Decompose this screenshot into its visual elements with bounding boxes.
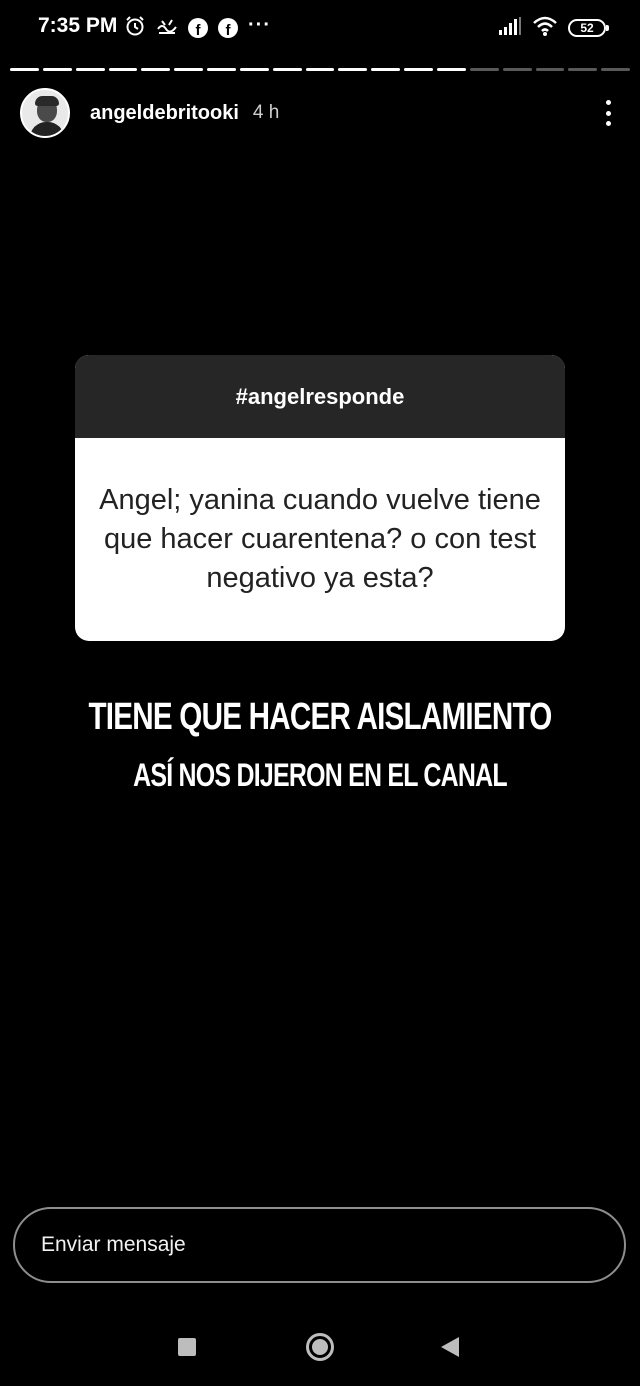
battery-icon: 52 xyxy=(568,19,609,37)
notification-icons: f f ··· xyxy=(124,14,271,42)
story-progress-segment xyxy=(371,68,401,71)
back-icon[interactable] xyxy=(441,1337,459,1357)
recent-apps-icon[interactable] xyxy=(178,1338,196,1356)
question-tag: #angelresponde xyxy=(75,355,565,438)
alarm-icon xyxy=(124,15,146,42)
story-progress-segment xyxy=(174,68,204,71)
story-progress-segment xyxy=(469,68,499,71)
story-time-ago: 4 h xyxy=(252,102,280,123)
more-notifications-icon: ··· xyxy=(248,14,271,36)
message-input-placeholder: Enviar mensaje xyxy=(41,1233,186,1256)
question-sticker: #angelresponde Angel; yanina cuando vuel… xyxy=(75,355,565,641)
story-progress-segment xyxy=(10,68,39,71)
story-progress-segment xyxy=(601,68,631,71)
wifi-icon xyxy=(532,15,558,42)
facebook-icon: f xyxy=(188,18,208,38)
status-bar: 7:35 PM f f ··· 52 xyxy=(0,0,640,58)
facebook-icon: f xyxy=(218,18,238,38)
story-screen: 7:35 PM f f ··· 52 angeldebritooki 4 h #… xyxy=(0,0,640,1386)
story-progress-segment xyxy=(75,68,105,71)
story-progress-segment xyxy=(502,68,532,71)
story-progress-segment xyxy=(436,68,466,71)
home-icon[interactable] xyxy=(306,1333,334,1361)
status-time: 7:35 PM xyxy=(38,14,118,37)
vpn-key-icon xyxy=(156,15,178,42)
story-progress-segment xyxy=(338,68,368,71)
story-progress-segment xyxy=(108,68,138,71)
answer-subline: ASÍ NOS DIJERON EN EL CANAL xyxy=(133,757,508,793)
username[interactable]: angeldebritooki xyxy=(90,102,239,125)
story-progress-segment xyxy=(568,68,598,71)
answer-headline: TIENE QUE HACER AISLAMIENTO xyxy=(88,696,552,738)
more-options-icon[interactable] xyxy=(596,98,620,128)
story-progress-segment xyxy=(141,68,171,71)
story-progress-segment xyxy=(404,68,433,71)
story-progress-segment xyxy=(42,68,72,71)
battery-level: 52 xyxy=(580,21,594,35)
story-header: angeldebritooki 4 h xyxy=(20,86,620,140)
story-progress-segment xyxy=(535,68,565,71)
system-icons: 52 xyxy=(498,14,609,42)
navigation-bar xyxy=(0,1310,640,1386)
avatar[interactable] xyxy=(20,88,70,138)
message-input[interactable]: Enviar mensaje xyxy=(13,1207,626,1283)
signal-icon xyxy=(498,16,522,41)
story-progress-segment xyxy=(239,68,269,71)
story-progress-segment xyxy=(272,68,302,71)
question-text: Angel; yanina cuando vuelve tiene que ha… xyxy=(99,484,541,594)
story-progress-bar xyxy=(10,68,631,71)
story-progress-segment xyxy=(207,68,236,71)
story-progress-segment xyxy=(305,68,335,71)
